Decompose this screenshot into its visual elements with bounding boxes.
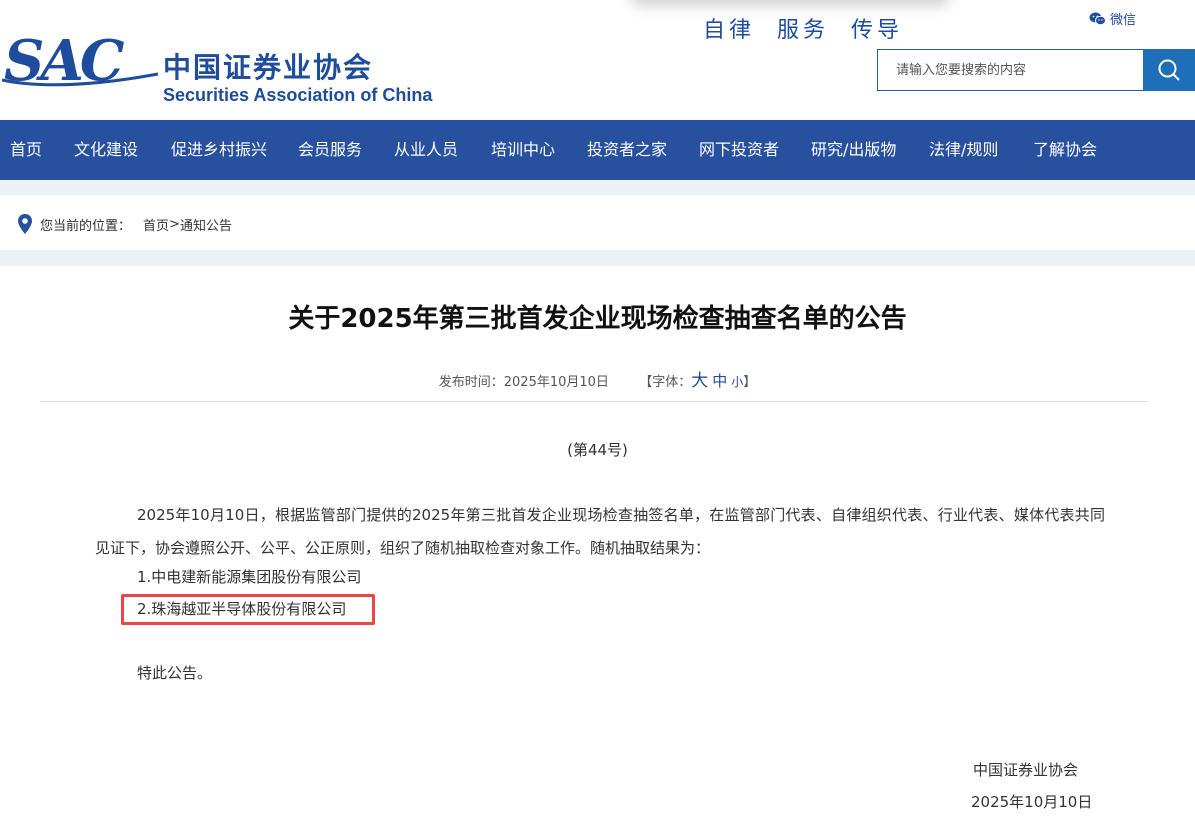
breadcrumb: 您当前的位置： 首页 > 通知公告 [18,214,232,234]
sac-logo-mark: SAC [1,28,159,92]
logo-english-name: Securities Association of China [163,85,433,105]
slogan-word: 传导 [851,18,904,43]
nav-item-research[interactable]: 研究/出版物 [811,120,896,180]
article-divider [40,401,1148,402]
document-number: (第44号) [567,441,628,459]
site-logo[interactable]: SAC 中国证券业协会 Securities Association of Ch… [0,22,460,105]
breadcrumb-separator: > [169,216,180,232]
font-size-label-close: 】 [743,375,757,390]
closing-text: 特此公告。 [137,664,213,682]
publish-label: 发布时间： [438,375,504,390]
breadcrumb-home[interactable]: 首页 [143,215,169,234]
highlight-annotation-box [121,594,375,625]
wechat-icon [1089,12,1106,25]
font-size-label: 【字体： [639,375,692,390]
nav-item-law-rules[interactable]: 法律/规则 [929,120,998,180]
nav-item-member-services[interactable]: 会员服务 [298,120,362,180]
wechat-link[interactable]: 微信 [1089,9,1136,28]
nav-item-offline-investors[interactable]: 网下投资者 [699,120,779,180]
nav-item-investors-home[interactable]: 投资者之家 [587,120,667,180]
search-button[interactable] [1143,49,1195,91]
article-paragraph: 2025年10月10日，根据监管部门提供的2025年第三批首发企业现场检查抽签名… [95,506,1105,557]
nav-item-culture[interactable]: 文化建设 [74,120,138,180]
nav-item-home[interactable]: 首页 [10,120,42,180]
wechat-label: 微信 [1110,13,1137,28]
main-nav: 首页 文化建设 促进乡村振兴 会员服务 从业人员 培训中心 投资者之家 网下投资… [0,120,1195,180]
nav-item-rural-revitalization[interactable]: 促进乡村振兴 [171,120,267,180]
slogan-word: 服务 [777,18,830,43]
site-slogan: 自律 服务 传导 [703,12,925,44]
logo-chinese-name: 中国证券业协会 [163,51,374,84]
slogan-word: 自律 [703,18,756,43]
list-item: 1.中电建新能源集团股份有限公司 [137,568,362,586]
search-bar [877,49,1195,91]
search-input[interactable] [877,49,1143,91]
article-meta: 发布时间：2025年10月10日 【字体：大中小】 [0,366,1195,391]
svg-text:SAC: SAC [4,28,125,92]
signature-organization: 中国证券业协会 [973,761,1079,779]
location-pin-icon [18,214,32,234]
signature-date: 2025年10月10日 [971,793,1093,811]
search-icon [1158,59,1180,81]
publish-date: 2025年10月10日 [503,375,609,390]
font-size-medium-button[interactable]: 中 [712,372,727,390]
font-size-large-button[interactable]: 大 [691,371,708,391]
site-header: SAC 中国证券业协会 Securities Association of Ch… [0,0,1195,120]
article-title: 关于2025年第三批首发企业现场检查抽查名单的公告 [288,304,907,334]
nav-item-practitioners[interactable]: 从业人员 [394,120,458,180]
breadcrumb-label: 您当前的位置： [40,218,132,234]
nav-item-training[interactable]: 培训中心 [491,120,555,180]
nav-item-about[interactable]: 了解协会 [1033,120,1097,180]
breadcrumb-current[interactable]: 通知公告 [180,215,232,234]
divider-band [0,250,1195,266]
font-size-small-button[interactable]: 小 [731,375,743,389]
divider-band [0,180,1195,195]
